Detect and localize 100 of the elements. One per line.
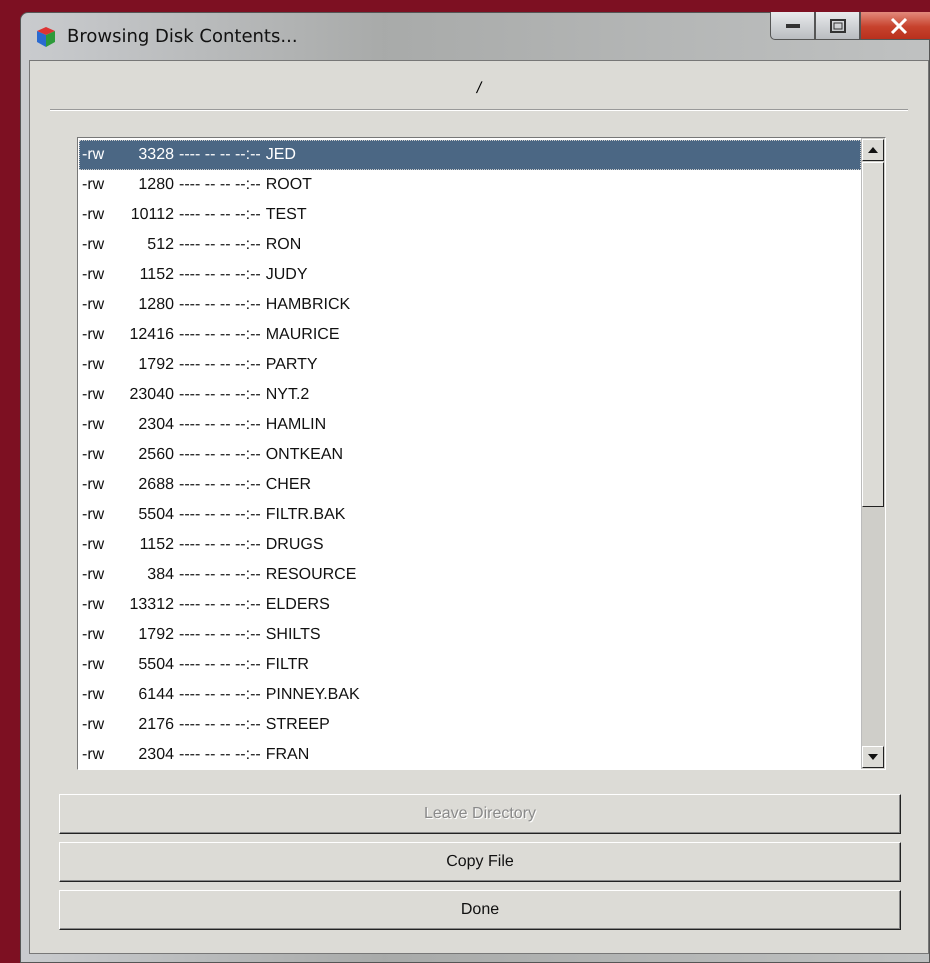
file-name: PINNEY.BAK bbox=[266, 686, 360, 704]
file-size: 5504 bbox=[137, 656, 174, 674]
file-row[interactable]: -rw 1280 ---- -- -- --:-- HAMBRICK bbox=[79, 290, 861, 320]
file-row[interactable]: -rw 2688 ---- -- -- --:-- CHER bbox=[79, 470, 861, 500]
file-row[interactable]: -rw 1152 ---- -- -- --:-- DRUGS bbox=[79, 530, 861, 560]
file-name: CHER bbox=[266, 476, 312, 494]
file-date: ---- -- -- --:-- bbox=[179, 236, 261, 254]
file-row[interactable]: -rw 1792 ---- -- -- --:-- SHILTS bbox=[79, 620, 861, 650]
file-row[interactable]: -rw 1152 ---- -- -- --:-- JUDY bbox=[79, 260, 861, 290]
maximize-icon bbox=[830, 18, 846, 32]
file-name: STREEP bbox=[266, 716, 330, 734]
file-row[interactable]: -rw 6144 ---- -- -- --:-- PINNEY.BAK bbox=[79, 680, 861, 710]
file-date: ---- -- -- --:-- bbox=[179, 206, 261, 224]
file-row[interactable]: -rw 12416 ---- -- -- --:-- MAURICE bbox=[79, 320, 861, 350]
file-size: 23040 bbox=[128, 386, 174, 404]
file-date: ---- -- -- --:-- bbox=[179, 596, 261, 614]
file-permissions: -rw bbox=[82, 566, 106, 584]
file-name: ONTKEAN bbox=[266, 446, 344, 464]
file-row[interactable]: -rw 10112 ---- -- -- --:-- TEST bbox=[79, 200, 861, 230]
dialog-button[interactable]: Done bbox=[59, 890, 901, 930]
file-date: ---- -- -- --:-- bbox=[179, 176, 261, 194]
file-row[interactable]: -rw 512 ---- -- -- --:-- RON bbox=[79, 230, 861, 260]
file-permissions: -rw bbox=[82, 386, 106, 404]
file-date: ---- -- -- --:-- bbox=[179, 716, 261, 734]
file-name: FRAN bbox=[266, 746, 310, 764]
file-permissions: -rw bbox=[82, 716, 106, 734]
file-date: ---- -- -- --:-- bbox=[179, 326, 261, 344]
file-date: ---- -- -- --:-- bbox=[179, 656, 261, 674]
file-row[interactable]: -rw 3328 ---- -- -- --:-- JED bbox=[79, 140, 861, 170]
file-size: 512 bbox=[146, 236, 174, 254]
file-name: SHILTS bbox=[266, 626, 321, 644]
file-size: 1792 bbox=[137, 356, 174, 374]
file-size: 10112 bbox=[130, 206, 174, 224]
dialog-button[interactable]: Copy File bbox=[59, 842, 901, 882]
file-row[interactable]: -rw 23040 ---- -- -- --:-- NYT.2 bbox=[79, 380, 861, 410]
file-date: ---- -- -- --:-- bbox=[179, 386, 261, 404]
file-permissions: -rw bbox=[82, 536, 106, 554]
file-size: 2304 bbox=[137, 746, 174, 764]
file-name: ROOT bbox=[266, 176, 312, 194]
file-permissions: -rw bbox=[82, 626, 106, 644]
file-size: 12416 bbox=[128, 326, 174, 344]
file-row[interactable]: -rw 5504 ---- -- -- --:-- FILTR.BAK bbox=[79, 500, 861, 530]
file-date: ---- -- -- --:-- bbox=[179, 476, 261, 494]
file-name: JED bbox=[266, 146, 296, 164]
file-permissions: -rw bbox=[82, 296, 106, 314]
scroll-down-button[interactable] bbox=[862, 746, 884, 768]
file-permissions: -rw bbox=[82, 596, 106, 614]
file-row[interactable]: -rw 2304 ---- -- -- --:-- HAMLIN bbox=[79, 410, 861, 440]
file-size: 1280 bbox=[137, 296, 174, 314]
file-row[interactable]: -rw 1280 ---- -- -- --:-- ROOT bbox=[79, 170, 861, 200]
file-date: ---- -- -- --:-- bbox=[179, 566, 261, 584]
file-name: ELDERS bbox=[266, 596, 330, 614]
file-name: NYT.2 bbox=[266, 386, 310, 404]
file-permissions: -rw bbox=[82, 746, 106, 764]
file-name: MAURICE bbox=[266, 326, 340, 344]
file-size: 2304 bbox=[137, 416, 174, 434]
cube-icon bbox=[35, 26, 57, 48]
file-size: 1280 bbox=[137, 176, 174, 194]
window-title: Browsing Disk Contents... bbox=[67, 26, 298, 47]
file-date: ---- -- -- --:-- bbox=[179, 506, 261, 524]
file-name: JUDY bbox=[266, 266, 308, 284]
file-row[interactable]: -rw 2560 ---- -- -- --:-- ONTKEAN bbox=[79, 440, 861, 470]
file-permissions: -rw bbox=[82, 236, 106, 254]
file-permissions: -rw bbox=[82, 266, 106, 284]
file-size: 384 bbox=[146, 566, 174, 584]
file-date: ---- -- -- --:-- bbox=[179, 416, 261, 434]
file-size: 1152 bbox=[138, 536, 174, 554]
file-row[interactable]: -rw 5504 ---- -- -- --:-- FILTR bbox=[79, 650, 861, 680]
file-size: 2560 bbox=[137, 446, 174, 464]
scrollbar[interactable] bbox=[861, 138, 885, 769]
file-date: ---- -- -- --:-- bbox=[179, 356, 261, 374]
file-date: ---- -- -- --:-- bbox=[179, 446, 261, 464]
file-permissions: -rw bbox=[82, 506, 106, 524]
file-size: 3328 bbox=[137, 146, 174, 164]
file-permissions: -rw bbox=[82, 326, 106, 344]
file-date: ---- -- -- --:-- bbox=[179, 686, 261, 704]
scroll-up-button[interactable] bbox=[862, 139, 884, 161]
file-permissions: -rw bbox=[82, 476, 106, 494]
file-size: 6144 bbox=[137, 686, 174, 704]
scroll-thumb[interactable] bbox=[862, 162, 884, 507]
minimize-button[interactable] bbox=[770, 12, 815, 40]
file-date: ---- -- -- --:-- bbox=[179, 296, 261, 314]
maximize-button[interactable] bbox=[815, 12, 860, 40]
file-row[interactable]: -rw 1792 ---- -- -- --:-- PARTY bbox=[79, 350, 861, 380]
file-name: HAMBRICK bbox=[266, 296, 350, 314]
close-icon bbox=[890, 18, 908, 34]
close-button[interactable] bbox=[860, 12, 930, 40]
file-date: ---- -- -- --:-- bbox=[179, 626, 261, 644]
file-row[interactable]: -rw 384 ---- -- -- --:-- RESOURCE bbox=[79, 560, 861, 590]
file-row[interactable]: -rw 2176 ---- -- -- --:-- STREEP bbox=[79, 710, 861, 740]
file-size: 5504 bbox=[137, 506, 174, 524]
down-arrow-icon bbox=[868, 754, 878, 760]
file-size: 1792 bbox=[137, 626, 174, 644]
file-name: DRUGS bbox=[266, 536, 324, 554]
file-row[interactable]: -rw 13312 ---- -- -- --:-- ELDERS bbox=[79, 590, 861, 620]
file-row[interactable]: -rw 2304 ---- -- -- --:-- FRAN bbox=[79, 740, 861, 769]
file-name: RON bbox=[266, 236, 302, 254]
up-arrow-icon bbox=[868, 147, 878, 153]
file-permissions: -rw bbox=[82, 446, 106, 464]
file-date: ---- -- -- --:-- bbox=[179, 146, 261, 164]
